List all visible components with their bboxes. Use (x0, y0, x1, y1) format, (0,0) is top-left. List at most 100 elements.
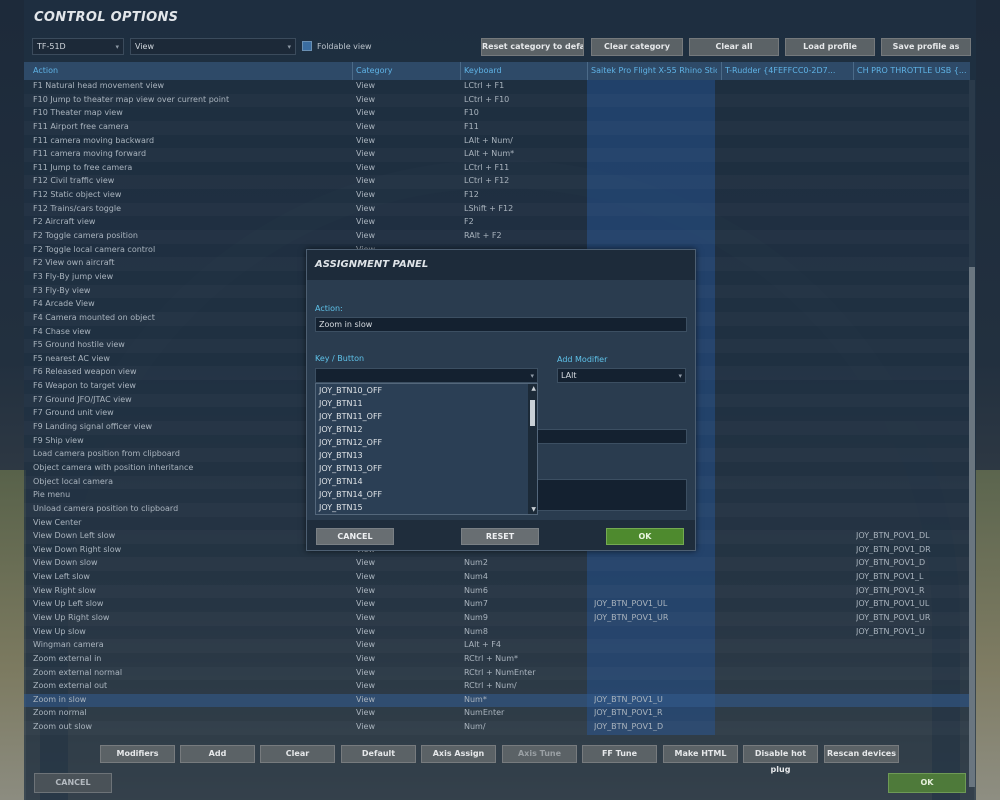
footer-ok-button[interactable]: OK (888, 773, 966, 793)
cell-action: F9 Ship view (33, 435, 84, 445)
dropdown-item[interactable]: JOY_BTN12 (316, 423, 537, 436)
clear-all-button[interactable]: Clear all (689, 38, 779, 56)
chevron-down-icon: ▾ (287, 43, 291, 51)
cell-category: View (356, 612, 375, 622)
modifier-list-box[interactable] (537, 479, 687, 511)
cell-category: View (356, 640, 375, 650)
table-row[interactable]: F2 Toggle camera position View RAlt + F2 (24, 230, 970, 244)
dropdown-item[interactable]: JOY_BTN14 (316, 475, 537, 488)
arrow-up-icon[interactable]: ▲ (531, 385, 536, 392)
foldable-view-label: Foldable view (317, 42, 372, 51)
arrow-down-icon[interactable]: ▼ (531, 506, 536, 513)
cell-action: F3 Fly-By view (33, 285, 91, 295)
header-action[interactable]: Action (33, 66, 58, 75)
table-row[interactable]: F12 Static object view View F12 (24, 189, 970, 203)
save-profile-button[interactable]: Save profile as (881, 38, 971, 56)
table-row[interactable]: F12 Trains/cars toggle View LShift + F12 (24, 203, 970, 217)
dropdown-item[interactable]: JOY_BTN11_OFF (316, 410, 537, 423)
ff-tune-button[interactable]: FF Tune (582, 745, 657, 763)
table-row[interactable]: Zoom in slow View Num* JOY_BTN_POV1_U (24, 693, 970, 708)
header-category[interactable]: Category (352, 62, 460, 80)
disable-hot-plug-button[interactable]: Disable hot plug (743, 745, 818, 774)
dropdown-item[interactable]: JOY_BTN14_OFF (316, 488, 537, 501)
key-button-dropdown[interactable]: JOY_BTN10_OFF JOY_BTN11 JOY_BTN11_OFF JOY_B… (315, 383, 538, 515)
header-trudder[interactable]: T-Rudder {4FEFFCC0-2D7... (721, 62, 851, 80)
dropdown-item[interactable]: JOY_BTN13 (316, 449, 537, 462)
cell-chpro: JOY_BTN_POV1_UR (856, 612, 931, 622)
cell-category: View (356, 231, 375, 241)
dropdown-item[interactable]: JOY_BTN11 (316, 397, 537, 410)
table-row[interactable]: F11 camera moving forward View LAlt + Num* (24, 148, 970, 162)
header-saitek[interactable]: Saitek Pro Flight X-55 Rhino Stick (587, 62, 717, 80)
panel-cancel-button[interactable]: CANCEL (316, 528, 394, 545)
table-row[interactable]: F11 camera moving backward View LAlt + Num… (24, 135, 970, 149)
cell-keyboard: LAlt + Num* (464, 149, 515, 159)
load-profile-button[interactable]: Load profile (785, 38, 875, 56)
table-row[interactable]: F12 Civil traffic view View LCtrl + F12 (24, 175, 970, 189)
reset-category-button[interactable]: Reset category to default (481, 38, 584, 56)
table-row[interactable]: Wingman camera View LAlt + F4 (24, 639, 970, 653)
aircraft-select[interactable]: TF-51D ▾ (32, 38, 124, 55)
table-row[interactable]: Zoom external normal View RCtrl + NumEnter (24, 667, 970, 681)
cell-category: View (356, 585, 375, 595)
dropdown-item[interactable]: JOY_BTN10_OFF (316, 384, 537, 397)
clear-category-button[interactable]: Clear category (591, 38, 683, 56)
cell-action: F11 camera moving forward (33, 149, 147, 159)
cell-action: View Down Left slow (33, 531, 116, 541)
table-row[interactable]: Zoom external out View RCtrl + Num/ (24, 680, 970, 694)
cell-category: View (356, 108, 375, 118)
cell-action: F2 Toggle local camera control (33, 244, 156, 254)
cell-keyboard: RCtrl + Num* (464, 653, 519, 663)
table-row[interactable]: F1 Natural head movement view View LCtrl +… (24, 80, 970, 94)
rescan-devices-button[interactable]: Rescan devices (824, 745, 899, 763)
table-row[interactable]: F10 Jump to theater map view over curren… (24, 94, 970, 108)
table-row[interactable]: F11 Airport free camera View F11 (24, 121, 970, 135)
table-row[interactable]: View Left slow View Num4 JOY_BTN_POV1_L (24, 571, 970, 585)
table-row[interactable]: F2 Aircraft view View F2 (24, 216, 970, 230)
table-scrollbar-thumb[interactable] (969, 267, 975, 787)
cell-action: View Up Right slow (33, 612, 110, 622)
default-button[interactable]: Default (341, 745, 416, 763)
dropdown-item[interactable]: JOY_BTN13_OFF (316, 462, 537, 475)
table-row[interactable]: View Up Right slow View Num9 JOY_BTN_POV1_U… (24, 612, 970, 626)
panel-reset-button[interactable]: RESET (461, 528, 539, 545)
cell-keyboard: F10 (464, 108, 479, 118)
cell-action: F2 Toggle camera position (33, 231, 138, 241)
table-row[interactable]: View Up Left slow View Num7 JOY_BTN_POV1_UL… (24, 598, 970, 612)
header-chpro[interactable]: CH PRO THROTTLE USB {... (853, 62, 970, 80)
make-html-button[interactable]: Make HTML (663, 745, 738, 763)
category-select-value: View (135, 42, 154, 51)
foldable-view-checkbox[interactable] (302, 41, 312, 51)
cell-action: View Up Left slow (33, 599, 104, 609)
table-row[interactable]: Zoom out slow View Num/JOY_BTN_POV1_D (24, 721, 970, 735)
table-row[interactable]: View Up slow View Num8 JOY_BTN_POV1_U (24, 626, 970, 640)
cell-action: F2 Aircraft view (33, 217, 96, 227)
key-button-label: Key / Button (315, 354, 365, 363)
modifier-list-field[interactable] (537, 429, 687, 444)
cell-action: F10 Jump to theater map view over curren… (33, 94, 230, 104)
cell-keyboard: LAlt + Num/ (464, 135, 513, 145)
panel-ok-button[interactable]: OK (606, 528, 684, 545)
dropdown-scrollbar-thumb[interactable] (530, 400, 535, 426)
dropdown-item[interactable]: JOY_BTN12_OFF (316, 436, 537, 449)
modifier-select[interactable]: LAlt ▾ (557, 368, 686, 383)
table-row[interactable]: F11 Jump to free camera View LCtrl + F11 (24, 162, 970, 176)
modifier-select-value: LAlt (561, 371, 577, 380)
table-row[interactable]: View Right slow View Num6 JOY_BTN_POV1_R (24, 585, 970, 599)
key-button-select[interactable]: ▾ (315, 368, 538, 383)
modifiers-button[interactable]: Modifiers (100, 745, 175, 763)
footer-cancel-button[interactable]: CANCEL (34, 773, 112, 793)
cell-keyboard: LAlt + F4 (464, 640, 501, 650)
axis-tune-button[interactable]: Axis Tune (502, 745, 577, 763)
dropdown-item[interactable]: JOY_BTN15 (316, 501, 537, 514)
table-row[interactable]: F10 Theater map view View F10 (24, 107, 970, 121)
table-row[interactable]: Zoom external in View RCtrl + Num* (24, 653, 970, 667)
table-row[interactable]: Zoom normal View NumEnter JOY_BTN_POV1_R (24, 707, 970, 721)
clear-button[interactable]: Clear (260, 745, 335, 763)
add-button[interactable]: Add (180, 745, 255, 763)
window-title: CONTROL OPTIONS (34, 10, 179, 25)
header-keyboard[interactable]: Keyboard (460, 62, 587, 80)
category-select[interactable]: View ▾ (130, 38, 296, 55)
table-row[interactable]: View Down slow View Num2 JOY_BTN_POV1_D (24, 557, 970, 571)
axis-assign-button[interactable]: Axis Assign (421, 745, 496, 763)
